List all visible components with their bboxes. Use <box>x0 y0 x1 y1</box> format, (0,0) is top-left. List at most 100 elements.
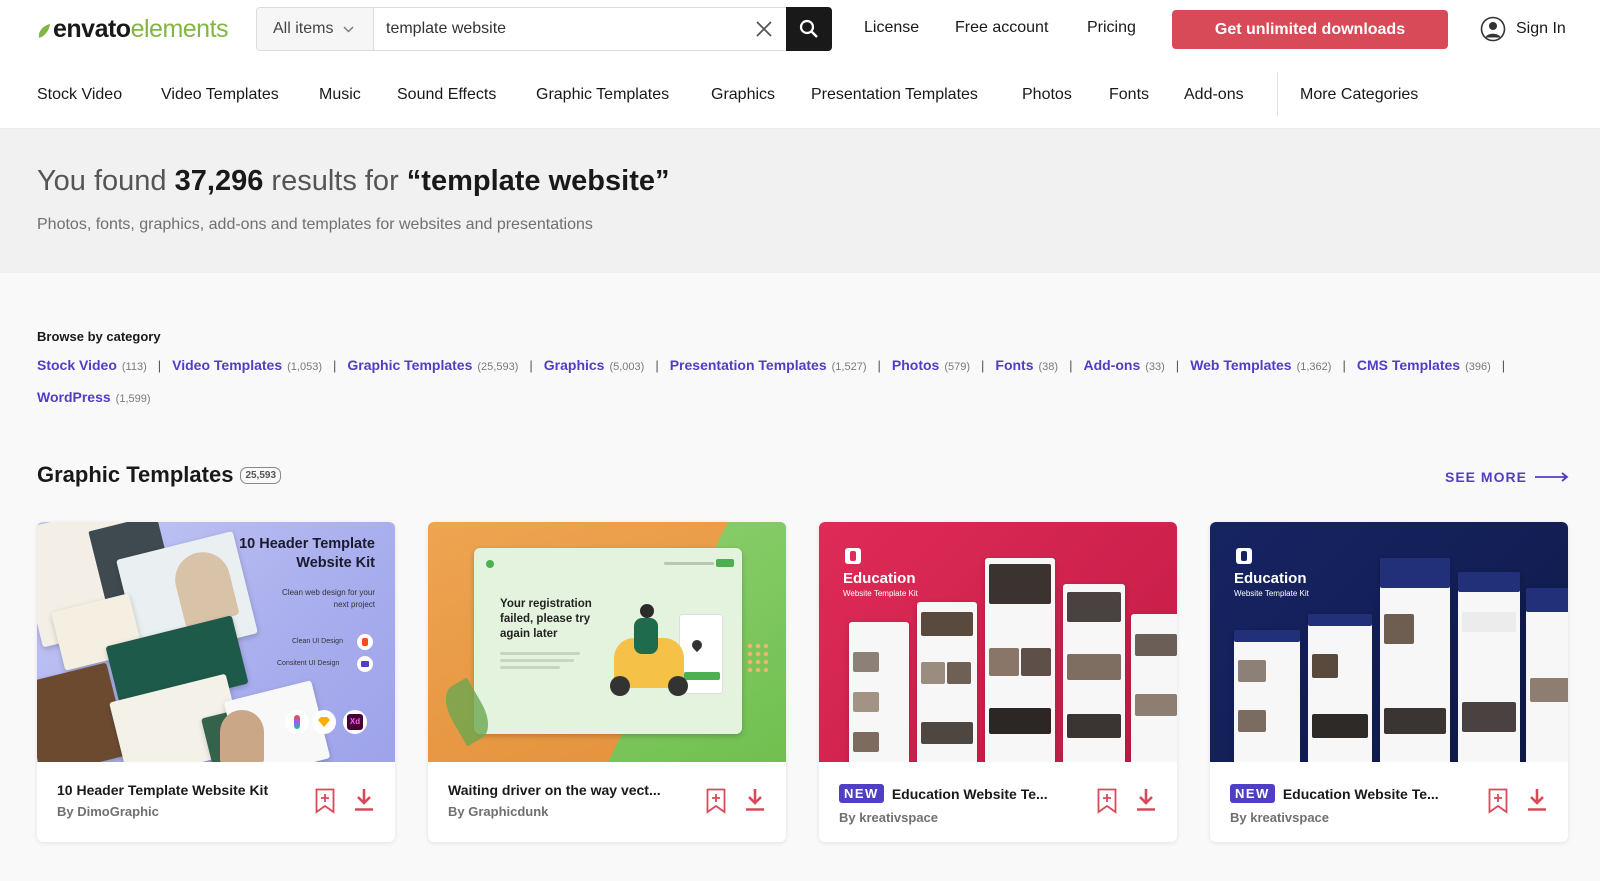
results-heading: You found 37,296 results for “template w… <box>37 165 669 198</box>
download-icon[interactable] <box>1526 788 1548 812</box>
nav-free-account-link[interactable]: Free account <box>955 19 1048 37</box>
browse-count: (25,593) <box>477 361 519 373</box>
category-presentation-templates[interactable]: Presentation Templates <box>811 86 978 104</box>
item-card-info: 10 Header Template Website Kit By DimoGr… <box>37 762 395 842</box>
item-thumbnail[interactable]: 10 Header Template Website Kit Clean web… <box>37 522 395 762</box>
close-icon <box>756 21 772 37</box>
item-title[interactable]: Waiting driver on the way vect... <box>448 782 661 798</box>
item-thumbnail[interactable]: Your registration failed, please try aga… <box>428 522 786 762</box>
item-author[interactable]: By kreativspace <box>839 810 938 825</box>
browse-link-graphics[interactable]: Graphics <box>544 357 605 373</box>
bookmark-add-icon[interactable] <box>706 788 726 814</box>
download-icon[interactable] <box>744 788 766 812</box>
results-subtitle: Photos, fonts, graphics, add-ons and tem… <box>37 216 593 233</box>
browse-count: (1,362) <box>1296 361 1332 373</box>
browse-link-stock-video[interactable]: Stock Video <box>37 357 117 373</box>
section-title: Graphic Templates 25,593 <box>37 462 282 488</box>
bookmark-add-icon[interactable] <box>1488 788 1508 814</box>
category-graphic-templates[interactable]: Graphic Templates <box>536 86 669 104</box>
user-icon <box>1480 16 1506 42</box>
category-music[interactable]: Music <box>319 86 361 104</box>
item-title[interactable]: 10 Header Template Website Kit <box>57 782 268 798</box>
browse-link-web-templates[interactable]: Web Templates <box>1190 357 1291 373</box>
section-count-badge: 25,593 <box>240 466 282 484</box>
thumb-page-mockup <box>1234 630 1300 762</box>
browse-link-fonts[interactable]: Fonts <box>995 357 1033 373</box>
leaf-logo-icon <box>486 560 494 568</box>
browse-count: (396) <box>1465 361 1491 373</box>
logo-text-elements: elements <box>130 14 229 43</box>
thumb-page-mockup <box>917 602 977 762</box>
search-input[interactable]: template website <box>374 8 742 50</box>
search-button[interactable] <box>786 7 832 51</box>
get-unlimited-downloads-button[interactable]: Get unlimited downloads <box>1172 10 1448 49</box>
thumb-heading: Website Kit <box>296 555 375 571</box>
thumb-nav-bar <box>664 562 714 565</box>
bookmark-add-icon[interactable] <box>315 788 335 814</box>
browse-link-graphic-templates[interactable]: Graphic Templates <box>347 357 472 373</box>
thumb-heading: Education <box>1234 570 1307 587</box>
thumb-tagline: Clean web design for your <box>282 588 375 597</box>
category-photos[interactable]: Photos <box>1022 86 1072 104</box>
thumb-page-mockup <box>1380 558 1450 762</box>
item-card[interactable]: Education Website Template Kit NEW Educat… <box>819 522 1177 842</box>
logo-text-envato: envato <box>53 14 131 43</box>
arrow-right-icon <box>1534 472 1569 482</box>
browse-link-video-templates[interactable]: Video Templates <box>172 357 282 373</box>
item-card[interactable]: Your registration failed, please try aga… <box>428 522 786 842</box>
sign-in-link[interactable]: Sign In <box>1480 16 1566 42</box>
browse-link-add-ons[interactable]: Add-ons <box>1083 357 1140 373</box>
category-nav: Stock Video Video Templates Music Sound … <box>0 58 1600 129</box>
item-thumbnail[interactable]: Education Website Template Kit <box>819 522 1177 762</box>
item-title[interactable]: NEW Education Website Te... <box>1230 784 1439 803</box>
item-card[interactable]: 10 Header Template Website Kit Clean web… <box>37 522 395 842</box>
nav-license-link[interactable]: License <box>864 19 919 37</box>
thumb-rider-body <box>634 618 658 654</box>
browse-category-row: Stock Video (113) | Video Templates (1,053)… <box>37 357 1506 373</box>
see-more-link[interactable]: SEE MORE <box>1445 469 1569 485</box>
category-add-ons[interactable]: Add-ons <box>1184 86 1244 104</box>
item-author[interactable]: By Graphicdunk <box>448 804 548 819</box>
item-title[interactable]: NEW Education Website Te... <box>839 784 1048 803</box>
clear-search-button[interactable] <box>742 8 786 50</box>
nav-pricing-link[interactable]: Pricing <box>1087 19 1136 37</box>
category-stock-video[interactable]: Stock Video <box>37 86 122 104</box>
browse-count: (5,003) <box>609 361 645 373</box>
download-icon[interactable] <box>353 788 375 812</box>
search-icon <box>799 19 818 38</box>
bookmark-add-icon[interactable] <box>1097 788 1117 814</box>
item-author[interactable]: By DimoGraphic <box>57 804 159 819</box>
results-count: 37,296 <box>174 165 264 197</box>
search-scope-dropdown[interactable]: All items <box>257 8 374 50</box>
thumb-rider-head <box>640 604 654 618</box>
category-more-categories[interactable]: More Categories <box>1300 86 1418 104</box>
item-card[interactable]: Education Website Template Kit NEW Educat… <box>1210 522 1568 842</box>
results-query: “template website” <box>406 165 670 197</box>
item-card-info: NEW Education Website Te... By kreativspa… <box>819 762 1177 842</box>
browse-link-presentation-templates[interactable]: Presentation Templates <box>670 357 827 373</box>
browse-count: (33) <box>1145 361 1165 373</box>
browse-count: (113) <box>121 361 147 373</box>
sign-in-label: Sign In <box>1516 20 1566 37</box>
item-card-info: NEW Education Website Te... By kreativspa… <box>1210 762 1568 842</box>
adobe-xd-logo-icon: Xd <box>343 710 367 734</box>
thumb-page-mockup <box>1063 584 1125 762</box>
sketch-logo-icon <box>312 710 336 734</box>
envato-elements-logo[interactable]: envato elements <box>37 14 229 44</box>
item-author[interactable]: By kreativspace <box>1230 810 1329 825</box>
category-video-templates[interactable]: Video Templates <box>161 86 279 104</box>
new-badge: NEW <box>839 784 884 803</box>
browse-link-wordpress[interactable]: WordPress <box>37 389 111 405</box>
browse-category-row: WordPress (1,599) <box>37 389 151 405</box>
thumb-dots-decoration <box>746 642 768 672</box>
category-fonts[interactable]: Fonts <box>1109 86 1149 104</box>
category-graphics[interactable]: Graphics <box>711 86 775 104</box>
results-prefix: You found <box>37 165 167 197</box>
item-thumbnail[interactable]: Education Website Template Kit <box>1210 522 1568 762</box>
category-sound-effects[interactable]: Sound Effects <box>397 86 496 104</box>
figma-badge-icon <box>357 634 373 650</box>
download-icon[interactable] <box>1135 788 1157 812</box>
browse-link-photos[interactable]: Photos <box>892 357 939 373</box>
browse-link-cms-templates[interactable]: CMS Templates <box>1357 357 1460 373</box>
browse-count: (38) <box>1038 361 1059 373</box>
